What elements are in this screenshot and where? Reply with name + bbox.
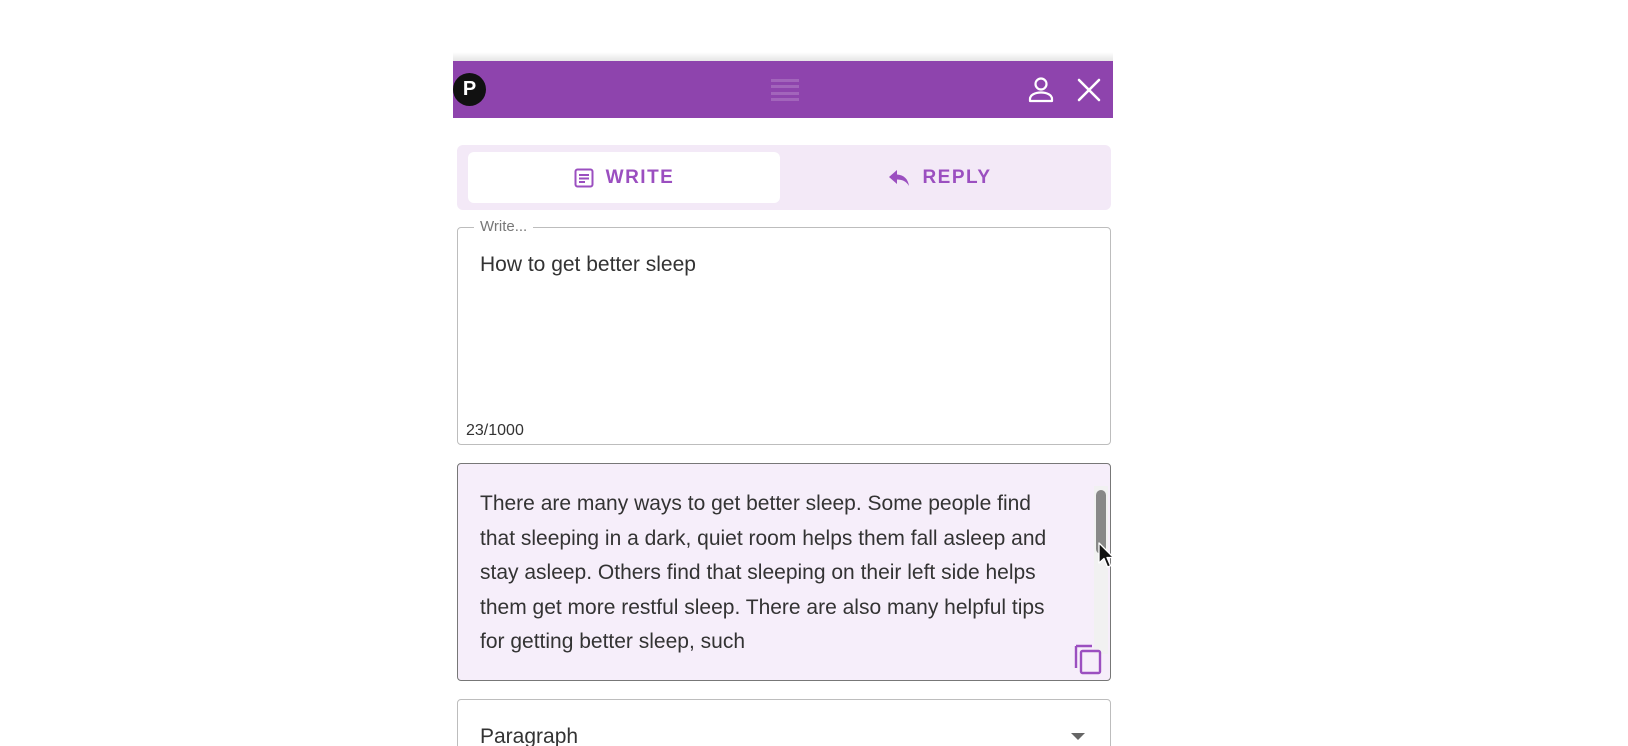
user-icon — [1028, 77, 1054, 103]
header-bar: P — [453, 61, 1113, 118]
mouse-cursor-icon — [1098, 542, 1115, 568]
mode-tabs: WRITE REPLY — [457, 145, 1111, 210]
user-button[interactable] — [1025, 74, 1057, 106]
reply-icon — [889, 169, 910, 186]
close-icon — [1077, 78, 1101, 102]
output-text: There are many ways to get better sleep.… — [480, 492, 1047, 653]
drag-handle-icon[interactable] — [771, 79, 799, 101]
app-logo: P — [453, 73, 486, 106]
tab-reply[interactable]: REPLY — [780, 152, 1100, 203]
chevron-down-icon — [1071, 733, 1085, 740]
write-field-label: Write... — [474, 218, 534, 235]
character-counter: 23/1000 — [466, 422, 524, 439]
format-select-value: Paragraph — [480, 725, 579, 746]
window-top-shadow — [453, 52, 1113, 61]
tab-write-label: WRITE — [605, 166, 675, 188]
write-field[interactable]: Write... How to get better sleep 23/1000 — [457, 218, 1111, 445]
write-input[interactable]: How to get better sleep — [480, 253, 1080, 277]
copy-button[interactable] — [1072, 642, 1104, 676]
document-icon — [574, 168, 594, 187]
close-button[interactable] — [1073, 74, 1105, 106]
format-select[interactable]: Paragraph — [457, 699, 1111, 746]
copy-icon — [1074, 644, 1102, 675]
tab-reply-label: REPLY — [922, 166, 992, 188]
logo-text: P — [462, 78, 477, 100]
generated-output: There are many ways to get better sleep.… — [457, 463, 1111, 681]
tab-write[interactable]: WRITE — [468, 152, 780, 203]
